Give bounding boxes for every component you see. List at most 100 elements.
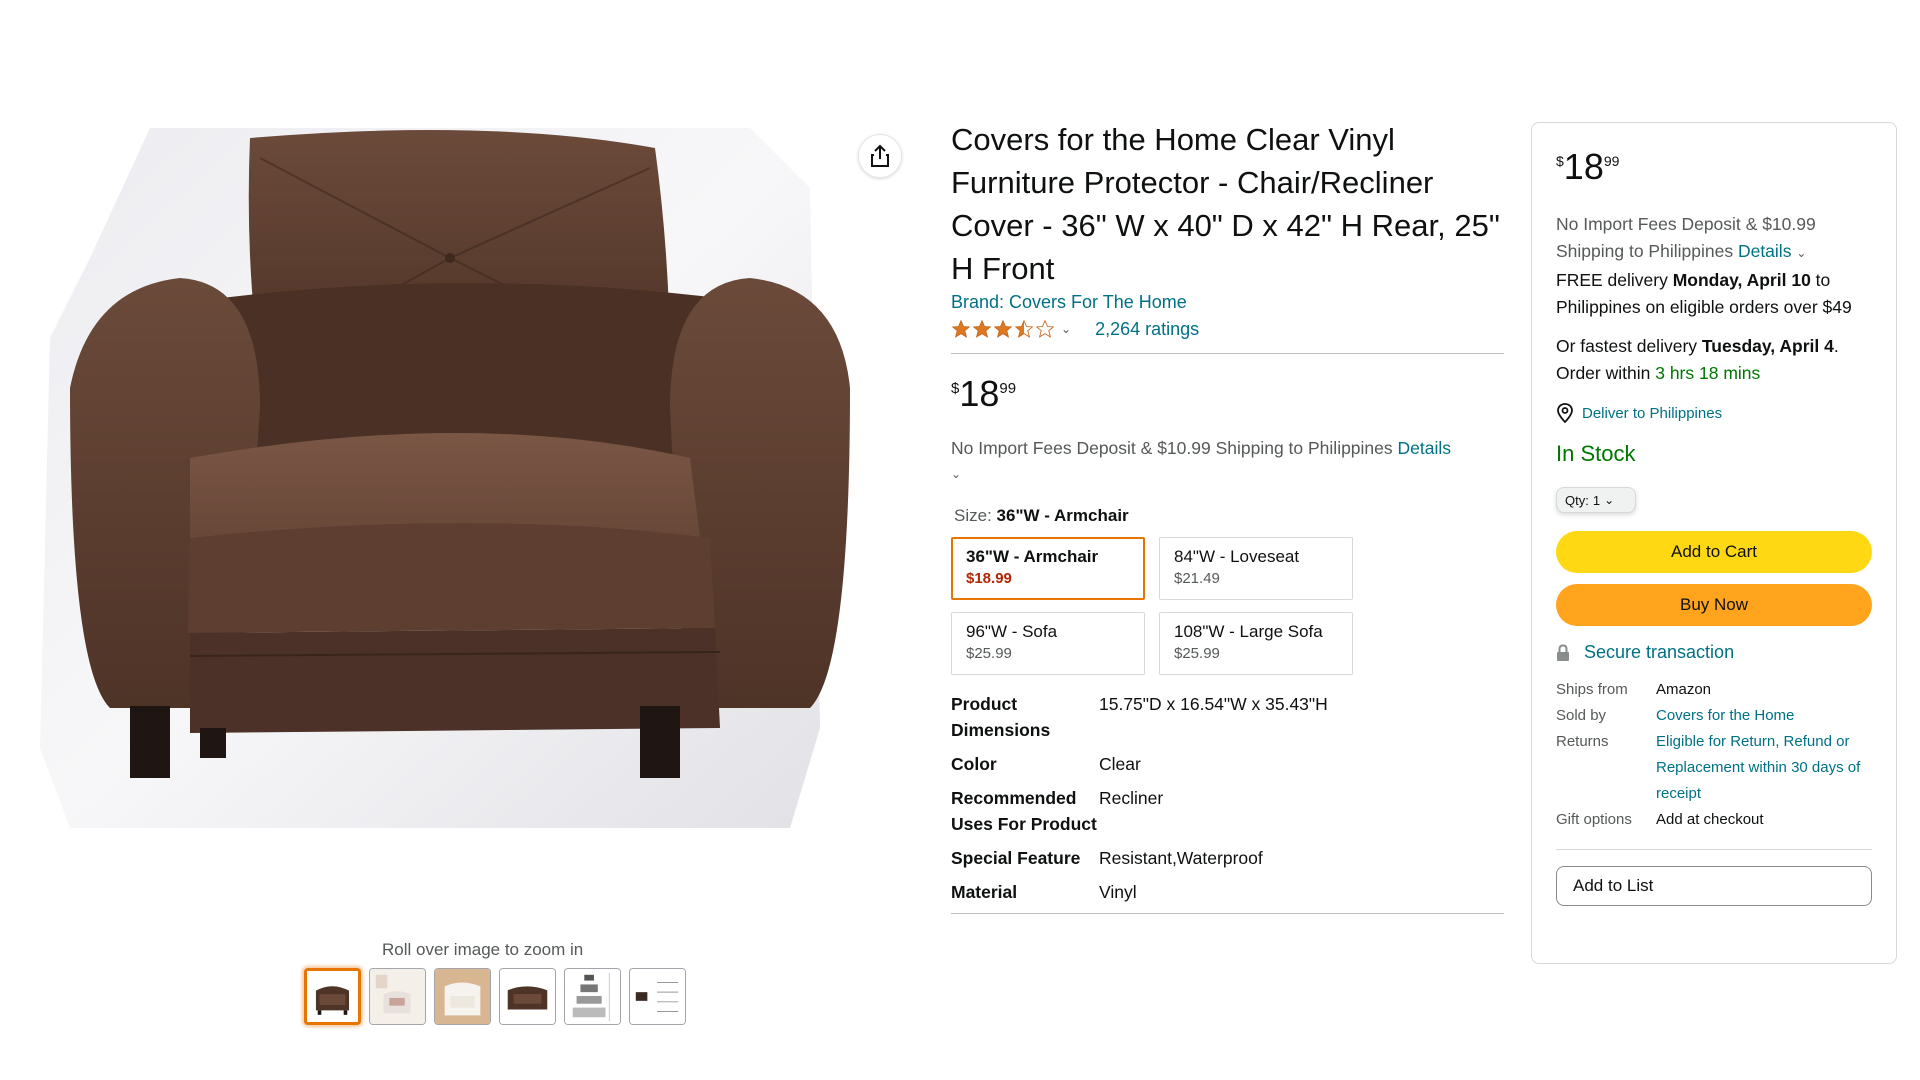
spec-key: Special Feature [951, 848, 1081, 868]
spec-key: Color [951, 754, 997, 774]
import-details-link[interactable]: Details [1738, 241, 1792, 261]
spec-key: Recommended Uses For Product [951, 788, 1097, 834]
thumbnail-size-chart[interactable] [564, 968, 621, 1025]
size-variants: 36"W - Armchair $18.99 84"W - Loveseat $… [951, 537, 1504, 675]
ships-from-value: Amazon [1656, 681, 1712, 698]
price-whole: 18 [959, 373, 1000, 414]
star-rating[interactable] [951, 319, 1055, 339]
star-empty-icon [1035, 319, 1055, 338]
variant-price: $25.99 [1174, 645, 1220, 662]
price-symbol: $ [1556, 153, 1564, 169]
buybox-import-note: No Import Fees Deposit & $10.99 Shipping… [1556, 211, 1872, 267]
chevron-down-icon[interactable]: ⌄ [1061, 322, 1071, 336]
spec-value: Recliner [1099, 788, 1164, 808]
secure-transaction-link[interactable]: Secure transaction [1556, 642, 1872, 663]
sold-by-link[interactable]: Covers for the Home [1656, 703, 1794, 729]
gift-options-value: Add at checkout [1656, 811, 1764, 828]
price-whole: 18 [1563, 146, 1604, 187]
free-delivery-prefix: FREE delivery [1556, 270, 1668, 290]
import-fees-note: No Import Fees Deposit & $10.99 Shipping… [951, 436, 1504, 486]
secure-transaction-text: Secure transaction [1584, 642, 1735, 662]
qty-value: 1 [1592, 492, 1601, 508]
fastest-delivery-note: Or fastest delivery Tuesday, April 4. Or… [1556, 336, 1839, 383]
size-selected-value: 36"W - Armchair [996, 506, 1129, 525]
size-selector-label: Size: 36"W - Armchair [954, 506, 1504, 526]
buybox-price: $ 18 99 [1556, 149, 1872, 185]
spec-key: Product Dimensions [951, 694, 1051, 740]
share-icon [871, 144, 889, 167]
variant-large-sofa[interactable]: 108"W - Large Sofa $25.99 [1159, 612, 1353, 675]
product-price: $ 18 99 [951, 376, 1504, 412]
image-gallery: Roll over image to zoom in [30, 108, 910, 1025]
spec-row: Material Vinyl [951, 879, 1504, 905]
variant-armchair[interactable]: 36"W - Armchair $18.99 [951, 537, 1145, 600]
variant-price: $21.49 [1174, 570, 1220, 587]
buy-box: $ 18 99 No Import Fees Deposit & $10.99 … [1531, 122, 1897, 964]
quantity-select[interactable]: Qty: 1 ⌄ [1556, 487, 1636, 513]
product-title: Covers for the Home Clear Vinyl Furnitur… [951, 122, 1500, 286]
variant-price: $25.99 [966, 645, 1012, 662]
thumbnail-armchair-front[interactable] [304, 968, 361, 1025]
gift-options-label: Gift options [1556, 811, 1632, 828]
returns-row: Returns Eligible for Return, Refund or R… [1556, 729, 1872, 807]
spec-key: Material [951, 882, 1018, 902]
chevron-down-icon[interactable]: ⌄ [1796, 246, 1806, 260]
star-full-icon [951, 319, 971, 338]
chevron-down-icon[interactable]: ⌄ [951, 467, 961, 481]
spec-row: Special Feature Resistant,Waterproof [951, 845, 1504, 871]
main-product-image[interactable] [30, 108, 910, 828]
add-to-list-button[interactable]: Add to List [1556, 866, 1872, 906]
variant-name: 36"W - Armchair [966, 547, 1099, 566]
share-button[interactable] [858, 134, 902, 178]
buy-now-button[interactable]: Buy Now [1556, 584, 1872, 626]
stock-status: In Stock [1556, 441, 1636, 466]
thumbnail-cover-room[interactable] [369, 968, 426, 1025]
sold-by-row: Sold by Covers for the Home [1556, 703, 1872, 729]
size-label-text: Size: [954, 506, 992, 525]
zoom-hint: Roll over image to zoom in [382, 940, 584, 959]
qty-label: Qty: [1565, 492, 1589, 508]
gift-options-row: Gift options Add at checkout [1556, 807, 1872, 833]
price-symbol: $ [951, 380, 960, 397]
import-fees-text: No Import Fees Deposit & $10.99 Shipping… [951, 438, 1393, 458]
divider [951, 353, 1504, 354]
thumbnail-armchair-angle[interactable] [499, 968, 556, 1025]
star-half-icon [1014, 319, 1034, 338]
thumbnail-strip [304, 968, 686, 1025]
lock-icon [1557, 643, 1569, 661]
ships-from-row: Ships from Amazon [1556, 677, 1872, 703]
price-fraction: 99 [999, 380, 1017, 397]
order-within-time: 3 hrs 18 mins [1655, 363, 1761, 383]
sold-by-label: Sold by [1556, 707, 1607, 724]
returns-label: Returns [1556, 733, 1609, 750]
star-full-icon [972, 319, 992, 338]
fastest-prefix: Or fastest delivery [1556, 336, 1698, 356]
variant-price: $18.99 [966, 570, 1012, 587]
product-page: Roll over image to zoom in Covers for th… [0, 0, 1920, 1080]
variant-name: 84"W - Loveseat [1174, 547, 1300, 566]
free-delivery-date: Monday, April 10 [1672, 270, 1811, 290]
thumbnail-dimensions-diagram[interactable] [629, 968, 686, 1025]
variant-name: 108"W - Large Sofa [1174, 622, 1323, 641]
seller-info: Ships from Amazon Sold by Covers for the… [1556, 677, 1872, 833]
spec-value: Resistant,Waterproof [1099, 848, 1263, 868]
spec-row: Recommended Uses For Product Recliner [951, 785, 1504, 837]
variant-name: 96"W - Sofa [966, 622, 1058, 641]
divider [1556, 849, 1872, 850]
ratings-count-link[interactable]: 2,264 ratings [1095, 319, 1199, 340]
brand-link[interactable]: Brand: Covers For The Home [951, 292, 1187, 313]
product-info: Covers for the Home Clear Vinyl Furnitur… [951, 118, 1504, 914]
returns-link[interactable]: Eligible for Return, Refund or Replaceme… [1656, 729, 1872, 807]
variant-loveseat[interactable]: 84"W - Loveseat $21.49 [1159, 537, 1353, 600]
deliver-to-link[interactable]: Deliver to Philippines [1556, 403, 1872, 423]
add-to-cart-button[interactable]: Add to Cart [1556, 531, 1872, 573]
variant-sofa[interactable]: 96"W - Sofa $25.99 [951, 612, 1145, 675]
deliver-to-text: Deliver to Philippines [1582, 404, 1723, 422]
thumbnail-cover-chair-white[interactable] [434, 968, 491, 1025]
import-details-link[interactable]: Details [1398, 438, 1452, 458]
order-within-prefix: Order within [1556, 363, 1651, 383]
price-fraction: 99 [1603, 153, 1620, 169]
chevron-down-icon: ⌄ [1604, 493, 1615, 507]
rating-row: ⌄ 2,264 ratings [951, 317, 1504, 341]
free-delivery-note: FREE delivery Monday, April 10 to Philip… [1556, 267, 1872, 321]
